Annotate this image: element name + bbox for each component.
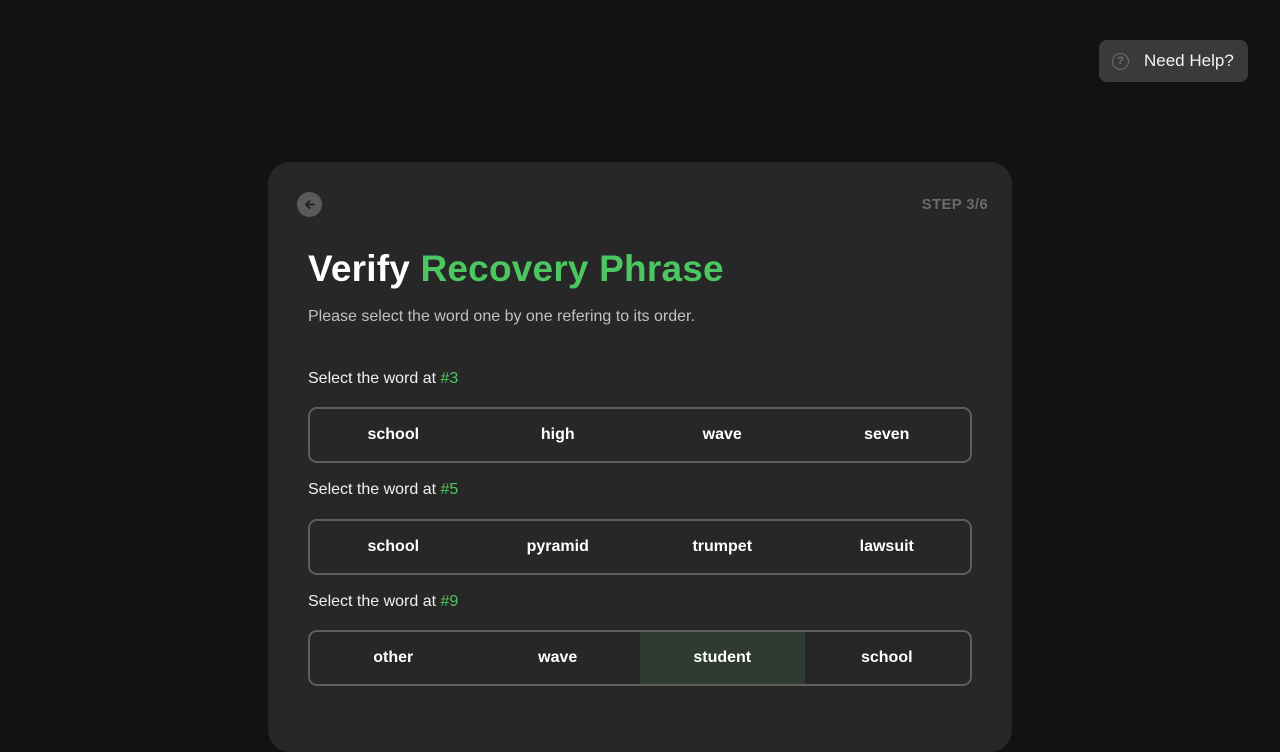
word-option[interactable]: wave — [476, 632, 641, 684]
question-label-9: Select the word at #9 — [308, 593, 458, 611]
question-label-3: Select the word at #3 — [308, 370, 458, 388]
question-prompt: Select the word at — [308, 481, 441, 498]
word-option[interactable]: high — [476, 409, 641, 461]
need-help-button[interactable]: ? Need Help? — [1099, 40, 1248, 82]
word-options-3: school high wave seven — [308, 407, 972, 463]
need-help-label: Need Help? — [1144, 51, 1234, 70]
title-main: Verify — [308, 248, 410, 289]
step-indicator: STEP 3/6 — [921, 196, 988, 213]
question-prompt: Select the word at — [308, 370, 441, 387]
word-option[interactable]: lawsuit — [805, 521, 970, 573]
word-option[interactable]: seven — [805, 409, 970, 461]
question-prompt: Select the word at — [308, 593, 441, 610]
back-button[interactable] — [297, 192, 322, 217]
word-option[interactable]: student — [640, 632, 805, 684]
word-options-5: school pyramid trumpet lawsuit — [308, 519, 972, 575]
word-option[interactable]: pyramid — [476, 521, 641, 573]
word-option[interactable]: other — [311, 632, 476, 684]
page-title: Verify Recovery Phrase — [308, 248, 724, 290]
word-option[interactable]: school — [311, 521, 476, 573]
title-accent: Recovery Phrase — [420, 248, 724, 289]
word-option[interactable]: school — [311, 409, 476, 461]
question-number: #5 — [440, 481, 459, 498]
question-number: #9 — [440, 593, 459, 610]
question-number: #3 — [440, 370, 459, 387]
word-options-9: other wave student school — [308, 630, 972, 686]
question-label-5: Select the word at #5 — [308, 481, 458, 499]
word-option[interactable]: school — [805, 632, 970, 684]
page-subtitle: Please select the word one by one referi… — [308, 308, 695, 325]
word-option[interactable]: trumpet — [640, 521, 805, 573]
verify-phrase-card: STEP 3/6 Verify Recovery Phrase Please s… — [268, 162, 1012, 752]
arrow-left-icon — [305, 200, 315, 209]
question-circle-icon: ? — [1112, 52, 1129, 70]
word-option[interactable]: wave — [640, 409, 805, 461]
